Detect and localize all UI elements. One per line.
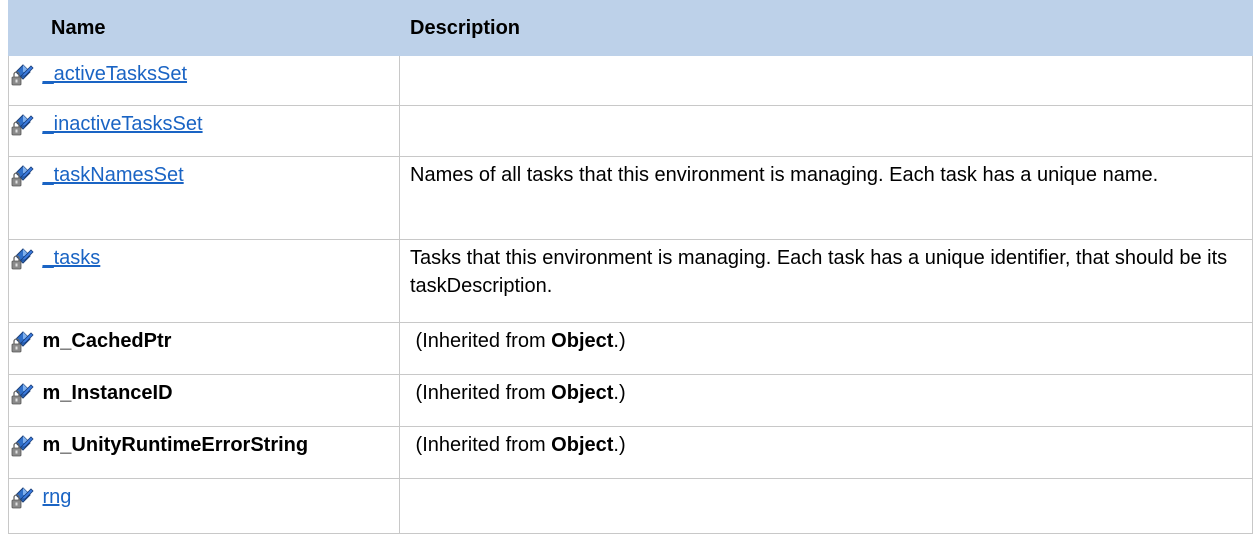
inherited-prefix: (Inherited from: [410, 330, 552, 352]
member-name-m-cachedptr: m_CachedPtr: [42, 330, 172, 352]
inherited-class: Object: [551, 382, 614, 404]
name-cell: _tasks: [42, 239, 400, 323]
table-row: m_InstanceID (Inherited from Object.): [8, 374, 1253, 427]
description-cell: Tasks that this environment is managing.…: [399, 239, 1253, 323]
inherited-suffix: .): [613, 330, 626, 352]
table-row: m_CachedPtr (Inherited from Object.): [8, 322, 1253, 375]
private-field-icon: [11, 329, 39, 355]
icon-cell: [8, 105, 43, 157]
name-cell: _taskNamesSet: [42, 156, 400, 240]
description-cell: (Inherited from Object.): [399, 426, 1253, 479]
description-cell: [399, 105, 1253, 157]
private-field-icon: [11, 246, 39, 272]
icon-cell: [8, 322, 43, 375]
table-row: m_UnityRuntimeErrorString (Inherited fro…: [8, 426, 1253, 479]
private-field-icon: [11, 112, 39, 138]
icon-cell: [8, 374, 43, 427]
description-column-header: Description: [399, 0, 1253, 56]
description-cell: (Inherited from Object.): [399, 322, 1253, 375]
name-column-header: Name: [42, 0, 400, 56]
icon-cell: [8, 239, 43, 323]
member-link-activetasksset[interactable]: _activeTasksSet: [43, 63, 188, 85]
inherited-class: Object: [551, 434, 614, 456]
inherited-suffix: .): [613, 382, 626, 404]
description-cell: [399, 55, 1253, 106]
member-link-tasknamesset[interactable]: _taskNamesSet: [43, 164, 184, 186]
name-cell: _inactiveTasksSet: [42, 105, 400, 157]
description-cell: Names of all tasks that this environment…: [399, 156, 1253, 240]
table-row: rng: [8, 478, 1253, 534]
table-row: _inactiveTasksSet: [8, 105, 1253, 157]
name-cell: m_InstanceID: [42, 374, 400, 427]
description-cell: (Inherited from Object.): [399, 374, 1253, 427]
members-table: Name Description _activeTasksSet _inacti…: [8, 0, 1253, 534]
inherited-prefix: (Inherited from: [410, 382, 552, 404]
member-name-m-instanceid: m_InstanceID: [42, 382, 173, 404]
icon-cell: [8, 426, 43, 479]
name-cell: m_CachedPtr: [42, 322, 400, 375]
name-cell: rng: [42, 478, 400, 534]
private-field-icon: [11, 163, 39, 189]
table-row: _taskNamesSet Names of all tasks that th…: [8, 156, 1253, 240]
icon-cell: [8, 156, 43, 240]
member-link-tasks[interactable]: _tasks: [43, 247, 101, 269]
member-link-rng[interactable]: rng: [43, 486, 72, 508]
private-field-icon: [11, 433, 39, 459]
description-cell: [399, 478, 1253, 534]
private-field-icon: [11, 485, 39, 511]
name-cell: m_UnityRuntimeErrorString: [42, 426, 400, 479]
member-name-m-unityruntimeerrorstring: m_UnityRuntimeErrorString: [42, 434, 309, 456]
inherited-class: Object: [551, 330, 614, 352]
icon-column-header: [8, 0, 43, 56]
inherited-prefix: (Inherited from: [410, 434, 552, 456]
icon-cell: [8, 55, 43, 106]
table-header-row: Name Description: [8, 0, 1253, 56]
private-field-icon: [11, 62, 39, 88]
table-row: _activeTasksSet: [8, 55, 1253, 106]
table-row: _tasks Tasks that this environment is ma…: [8, 239, 1253, 323]
name-cell: _activeTasksSet: [42, 55, 400, 106]
private-field-icon: [11, 381, 39, 407]
icon-cell: [8, 478, 43, 534]
member-link-inactivetasksset[interactable]: _inactiveTasksSet: [43, 113, 203, 135]
inherited-suffix: .): [613, 434, 626, 456]
